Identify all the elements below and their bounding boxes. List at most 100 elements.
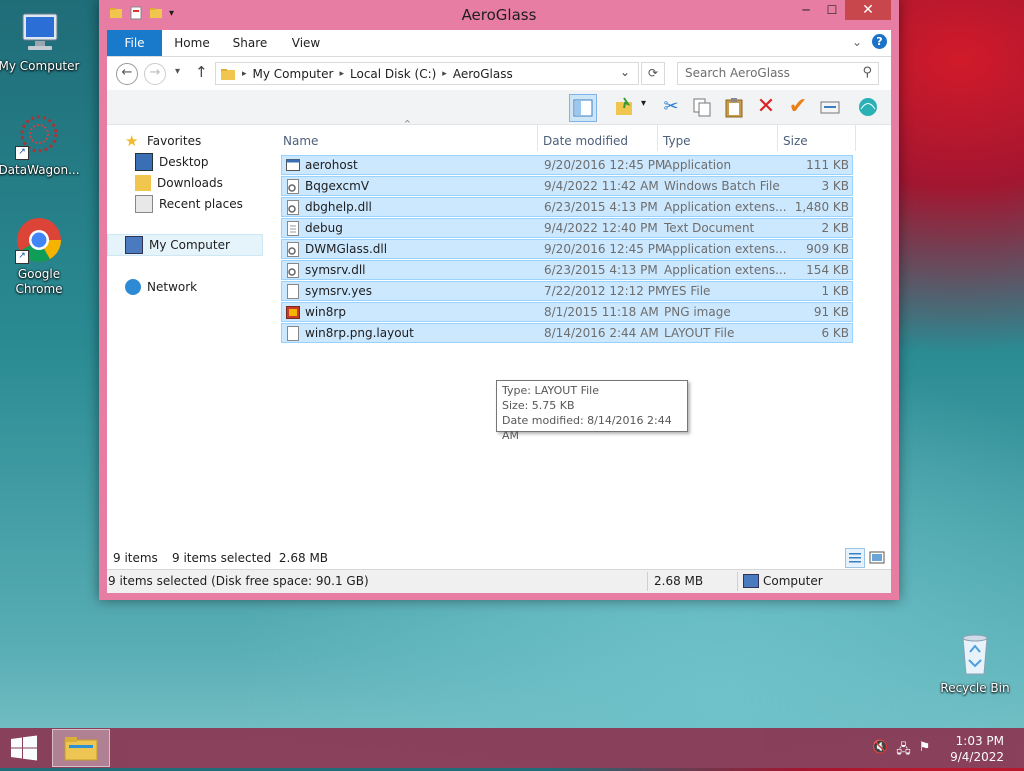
maximize-button[interactable]: ☐ bbox=[819, 0, 845, 20]
paste-icon[interactable] bbox=[721, 94, 747, 120]
desktop-icon-label: Google Chrome bbox=[15, 267, 63, 296]
nav-favorites[interactable]: ★ Favorites bbox=[125, 131, 201, 151]
text-file-icon bbox=[286, 221, 300, 236]
computer-icon bbox=[743, 574, 759, 588]
ribbon-tabs: File Home Share View ⌄ ? bbox=[107, 30, 891, 57]
breadcrumb-aeroglass[interactable]: AeroGlass bbox=[453, 67, 513, 81]
folder-icon bbox=[221, 68, 235, 80]
back-button[interactable]: ← bbox=[116, 63, 138, 85]
breadcrumb-my-computer[interactable]: My Computer bbox=[253, 67, 334, 81]
rename-icon[interactable]: ✔ bbox=[785, 94, 811, 120]
search-placeholder: Search AeroGlass bbox=[685, 66, 790, 80]
desktop-icon-recycle-bin[interactable]: Recycle Bin bbox=[934, 630, 1016, 696]
nav-label: My Computer bbox=[149, 238, 230, 252]
file-size: 111 KB bbox=[806, 158, 849, 172]
file-row[interactable]: aerohost 9/20/2016 12:45 PM Application 111… bbox=[281, 155, 853, 175]
address-bar[interactable]: ▸ My Computer ▸ Local Disk (C:) ▸ AeroGl… bbox=[215, 62, 639, 85]
title-bar[interactable]: ▾ AeroGlass ─ ☐ ✕ bbox=[99, 0, 899, 30]
datawagon-icon: ↗ bbox=[15, 112, 63, 160]
copy-icon[interactable] bbox=[689, 94, 715, 120]
file-size: 2 KB bbox=[821, 221, 849, 235]
desktop-icon-my-computer[interactable]: My Computer bbox=[0, 8, 80, 74]
help-icon[interactable]: ? bbox=[872, 34, 887, 49]
shell-icon[interactable] bbox=[855, 94, 881, 120]
taskbar-file-explorer[interactable] bbox=[52, 729, 110, 767]
status-selection-text: 9 items selected (Disk free space: 90.1 … bbox=[108, 574, 369, 588]
desktop-icon-chrome[interactable]: ↗ Google Chrome bbox=[0, 216, 80, 297]
tab-file[interactable]: File bbox=[107, 30, 162, 56]
volume-muted-icon[interactable]: 🔇 bbox=[872, 740, 888, 762]
large-icons-view-button[interactable] bbox=[867, 548, 887, 568]
command-toolbar: ▾ ✂ ✕ ✔ bbox=[107, 90, 891, 125]
desktop-icon-datawagon[interactable]: ↗ DataWagon... bbox=[0, 112, 80, 178]
file-size: 6 KB bbox=[821, 326, 849, 340]
file-type: PNG image bbox=[664, 305, 731, 319]
file-date: 6/23/2015 4:13 PM bbox=[544, 200, 658, 214]
status-separator bbox=[647, 572, 648, 591]
column-separator bbox=[855, 125, 856, 151]
up-button[interactable]: ↑ bbox=[195, 63, 208, 81]
file-date: 9/20/2016 12:45 PM bbox=[544, 242, 666, 256]
file-row[interactable]: win8rp.png.layout 8/14/2016 2:44 AM LAYOUT… bbox=[281, 323, 853, 343]
clock[interactable]: 1:03 PM 9/4/2022 bbox=[950, 733, 1004, 765]
file-type: Text Document bbox=[664, 221, 755, 235]
tab-home[interactable]: Home bbox=[167, 30, 217, 56]
nav-recent-places[interactable]: Recent places bbox=[135, 194, 243, 214]
column-header-size[interactable]: Size bbox=[783, 131, 808, 151]
dropdown-icon[interactable]: ▾ bbox=[641, 98, 646, 109]
breadcrumb-local-disk[interactable]: Local Disk (C:) bbox=[350, 67, 436, 81]
expand-ribbon-icon[interactable]: ⌄ bbox=[852, 35, 862, 49]
breadcrumb-separator-icon: ▸ bbox=[442, 68, 447, 79]
preview-pane-icon[interactable] bbox=[569, 94, 597, 122]
start-button[interactable] bbox=[0, 728, 48, 768]
file-row[interactable]: DWMGlass.dll 9/20/2016 12:45 PM Applicatio… bbox=[281, 239, 853, 259]
file-row[interactable]: debug 9/4/2022 12:40 PM Text Document 2 KB bbox=[281, 218, 853, 238]
file-name: symsrv.dll bbox=[305, 263, 366, 277]
window-title: AeroGlass bbox=[461, 6, 537, 24]
app-icon bbox=[286, 158, 300, 173]
refresh-button[interactable]: ⟳ bbox=[641, 62, 665, 85]
column-separator bbox=[657, 125, 658, 151]
file-row[interactable]: win8rp 8/1/2015 11:18 AM PNG image 91 KB bbox=[281, 302, 853, 322]
move-to-icon[interactable] bbox=[612, 94, 638, 120]
file-name: debug bbox=[305, 221, 343, 235]
file-row[interactable]: BqgexcmV 9/4/2022 11:42 AM Windows Batch F… bbox=[281, 176, 853, 196]
network-icon[interactable]: 🖧 bbox=[896, 740, 911, 762]
search-input[interactable]: Search AeroGlass ⚲ bbox=[677, 62, 879, 85]
file-size: 909 KB bbox=[806, 242, 849, 256]
forward-button[interactable]: → bbox=[144, 63, 166, 85]
file-row[interactable]: dbghelp.dll 6/23/2015 4:13 PM Application … bbox=[281, 197, 853, 217]
navigation-bar: ← → ▾ ↑ ▸ My Computer ▸ Local Disk (C:) … bbox=[107, 57, 891, 89]
nav-my-computer[interactable]: My Computer bbox=[125, 235, 230, 255]
desktop-icon-label: My Computer bbox=[0, 59, 80, 73]
nav-downloads[interactable]: Downloads bbox=[135, 173, 223, 193]
file-row[interactable]: symsrv.yes 7/22/2012 12:12 PM YES File 1 KB bbox=[281, 281, 853, 301]
action-center-icon[interactable]: ⚑ bbox=[919, 740, 931, 762]
details-view-button[interactable] bbox=[845, 548, 865, 568]
column-header-name[interactable]: Name bbox=[283, 131, 318, 151]
blank-file-icon bbox=[286, 284, 300, 299]
file-row[interactable]: symsrv.dll 6/23/2015 4:13 PM Application e… bbox=[281, 260, 853, 280]
recent-locations-icon[interactable]: ▾ bbox=[175, 66, 180, 77]
file-date: 8/1/2015 11:18 AM bbox=[544, 305, 659, 319]
delete-icon[interactable]: ✕ bbox=[753, 94, 779, 120]
nav-network[interactable]: Network bbox=[125, 277, 197, 297]
column-header-date[interactable]: Date modified bbox=[543, 131, 628, 151]
file-name: win8rp.png.layout bbox=[305, 326, 414, 340]
desktop-icon-label: Recycle Bin bbox=[940, 681, 1010, 695]
cut-icon[interactable]: ✂ bbox=[658, 94, 684, 120]
tab-share[interactable]: Share bbox=[225, 30, 275, 56]
item-count: 9 items bbox=[113, 551, 158, 565]
minimize-button[interactable]: ─ bbox=[793, 0, 819, 20]
column-header-type[interactable]: Type bbox=[663, 131, 691, 151]
close-button[interactable]: ✕ bbox=[845, 0, 891, 20]
nav-desktop[interactable]: Desktop bbox=[135, 152, 209, 172]
tab-view[interactable]: View bbox=[282, 30, 330, 56]
shortcut-arrow-icon: ↗ bbox=[15, 146, 29, 160]
address-dropdown-icon[interactable]: ⌄ bbox=[620, 65, 630, 79]
search-icon[interactable]: ⚲ bbox=[862, 65, 872, 80]
file-name: dbghelp.dll bbox=[305, 200, 372, 214]
properties-icon[interactable] bbox=[817, 94, 843, 120]
desktop-icon-label: DataWagon... bbox=[0, 163, 80, 177]
status-size: 2.68 MB bbox=[654, 574, 704, 588]
